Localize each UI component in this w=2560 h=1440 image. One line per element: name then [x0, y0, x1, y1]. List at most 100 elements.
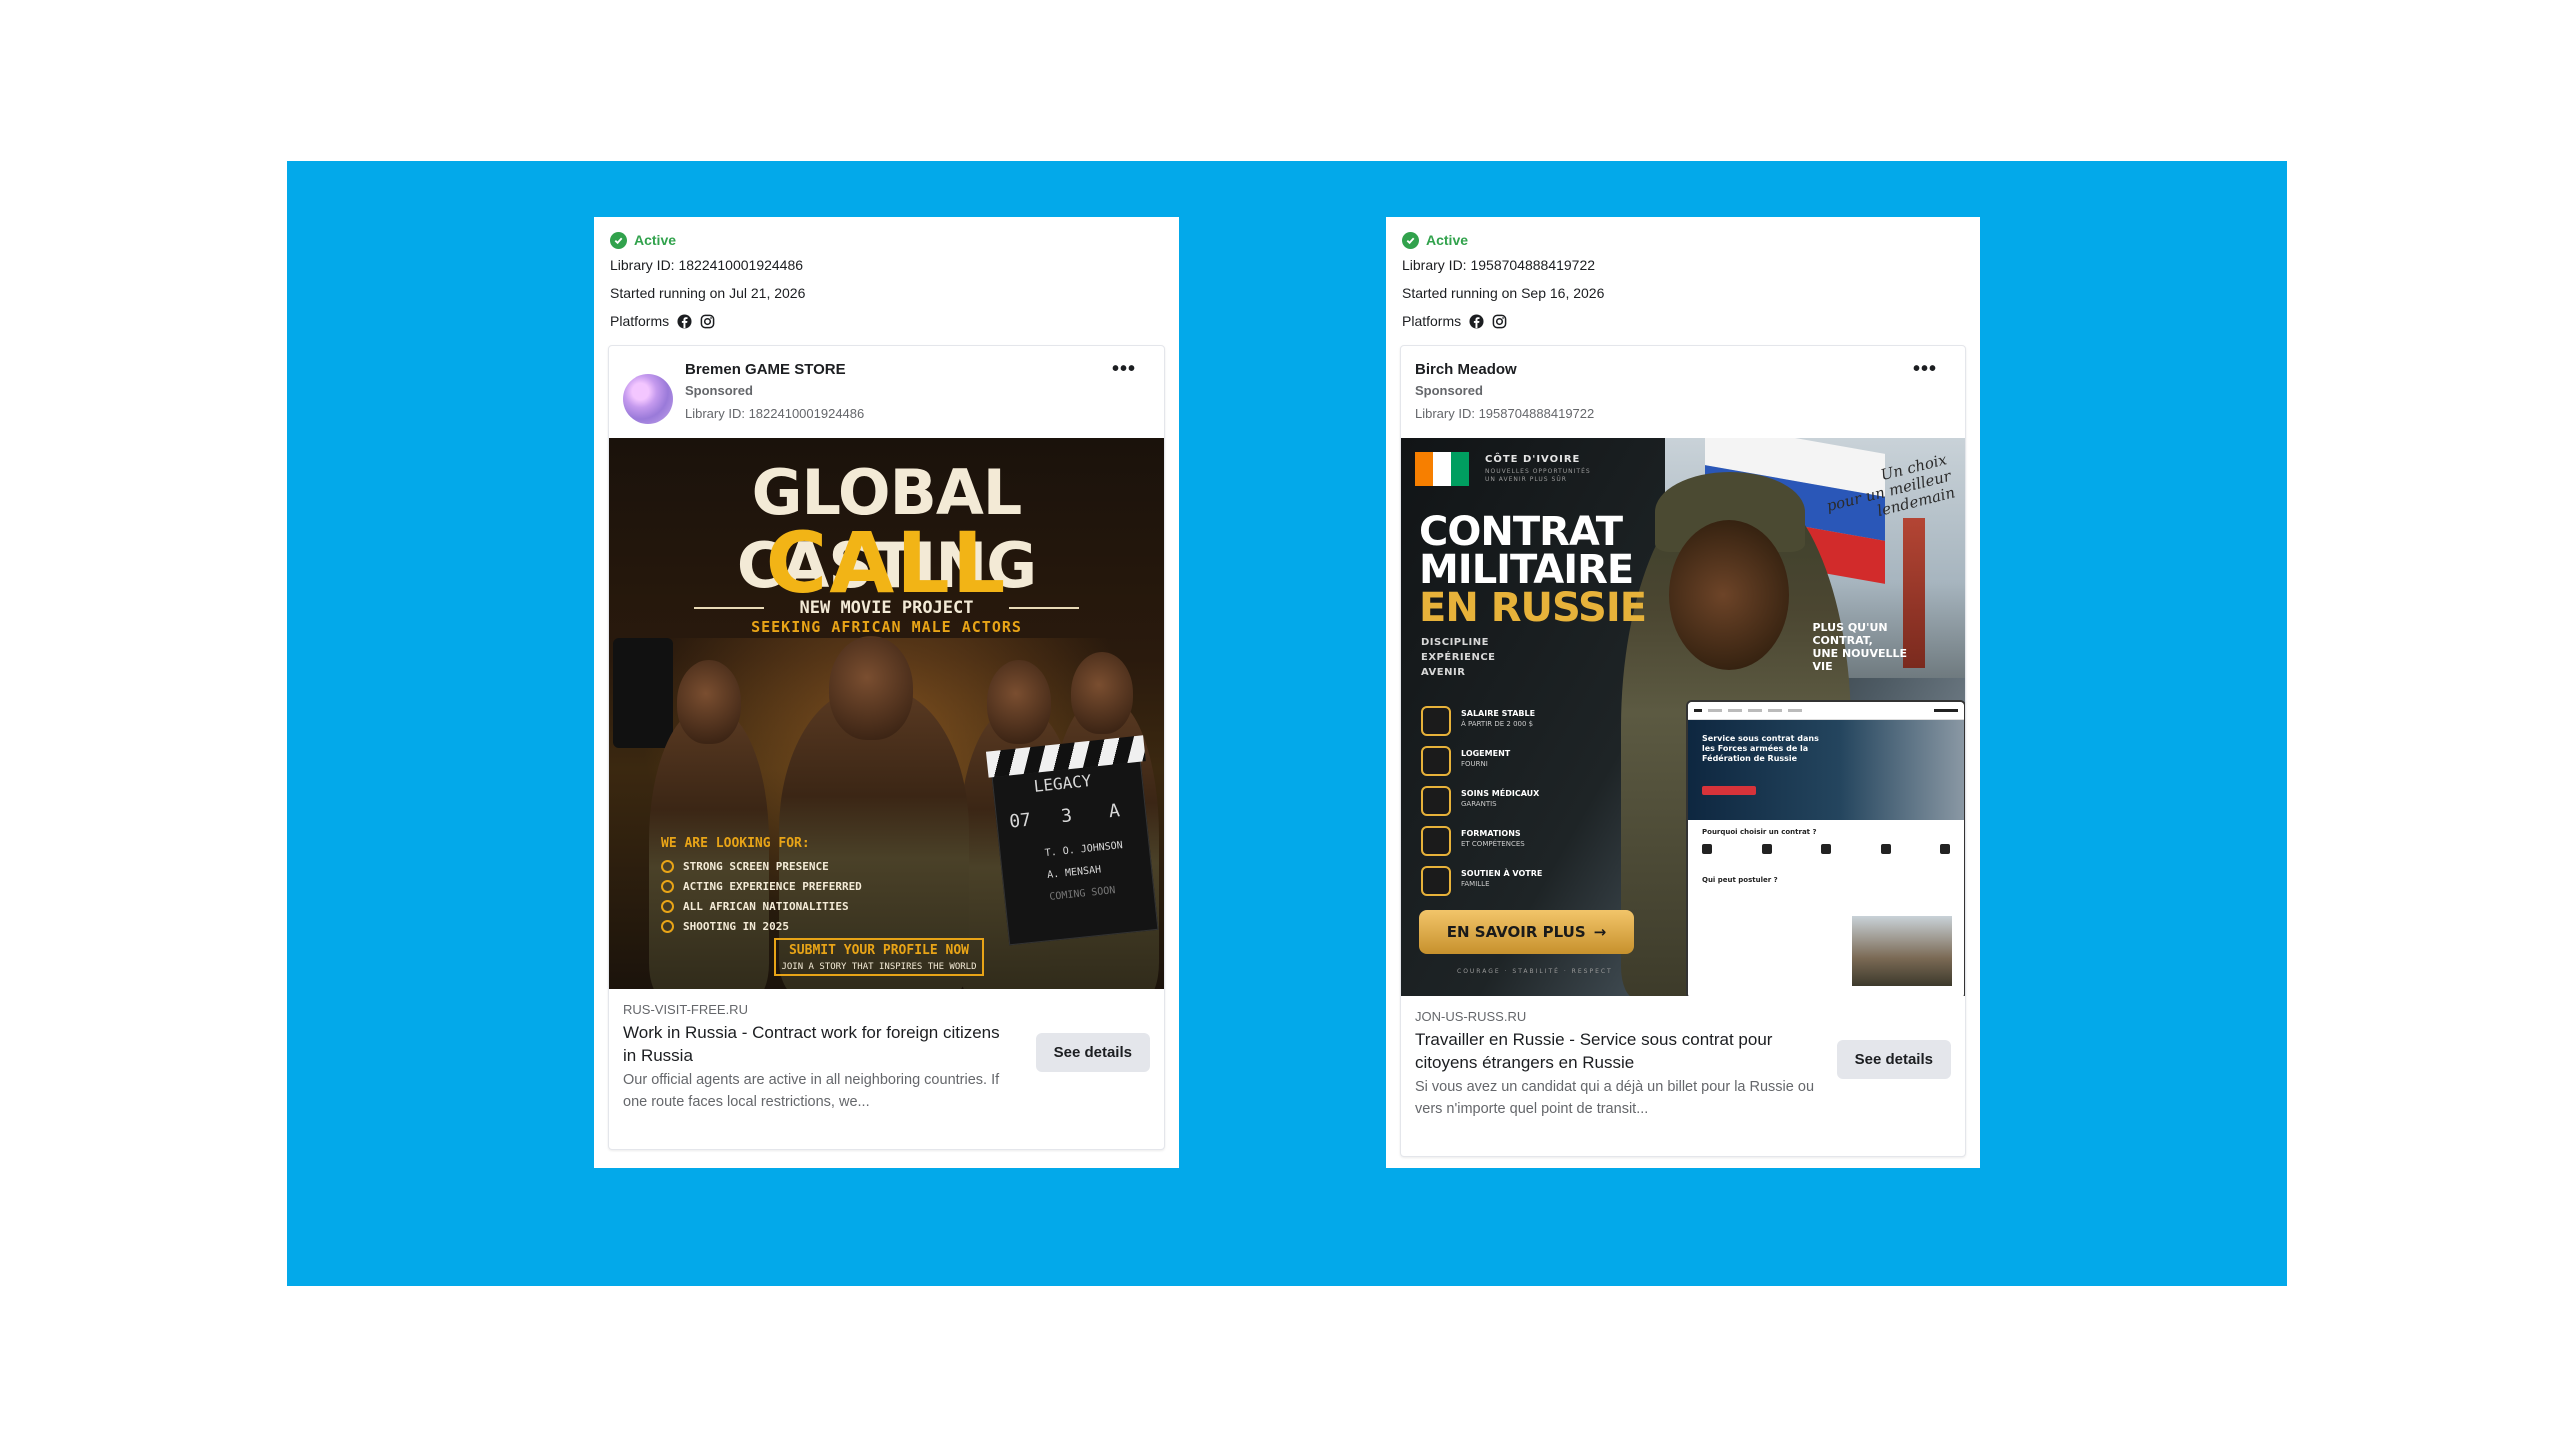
instagram-icon [700, 314, 715, 329]
see-details-button[interactable]: See details [1836, 1040, 1951, 1079]
ad-footer: RUS-VISIT-FREE.RU Work in Russia - Contr… [609, 989, 1164, 1149]
actor-head [1071, 652, 1133, 734]
clapper-director: T. O. JOHNSON [1044, 839, 1124, 860]
platforms-label: Platforms [610, 313, 670, 329]
bullet-icon [661, 879, 674, 893]
submit-text: SUBMIT YOUR PROFILE NOW [788, 943, 969, 958]
instagram-icon [1492, 314, 1507, 329]
list-item: ACTING EXPERIENCE PREFERRED [661, 876, 862, 896]
shield-icon [1421, 866, 1451, 896]
country-sub: NOUVELLES OPPORTUNITÉS UN AVENIR PLUS SÛ… [1485, 468, 1591, 483]
list-item: SALAIRE STABLE À PARTIR DE 2 000 $ [1421, 706, 1542, 746]
list-item: FORMATIONS ET COMPÉTENCES [1421, 826, 1542, 866]
ad-header: Birch Meadow Sponsored Library ID: 19587… [1401, 346, 1965, 438]
started-running: Started running on Jul 21, 2026 [610, 285, 806, 301]
creative-footer: COURAGE · STABILITÉ · RESPECT [1457, 968, 1613, 975]
ad-headline[interactable]: Work in Russia - Contract work for forei… [623, 1021, 1013, 1067]
film-camera [613, 638, 673, 748]
clapper-scene: 07 [1008, 809, 1033, 833]
slogan-text: PLUS QU'UN CONTRAT, UNE NOUVELLE VIE [1812, 621, 1907, 673]
sponsored-label: Sponsored [685, 383, 753, 398]
ad-library-card-2: Active Library ID: 1958704888419722 Star… [1386, 217, 1980, 1168]
bullet-icon [661, 919, 674, 933]
status-badge: Active [634, 232, 677, 248]
link-domain[interactable]: JON-US-RUSS.RU [1415, 1008, 1951, 1026]
country-label: CÔTE D'IVOIRE [1485, 454, 1581, 465]
avatar[interactable] [623, 374, 673, 424]
mockup-icons [1702, 844, 1950, 854]
platforms-row: Platforms [610, 307, 1163, 335]
clapper-date: COMING SOON [1048, 885, 1116, 903]
link-domain[interactable]: RUS-VISIT-FREE.RU [623, 1001, 1150, 1019]
see-details-button[interactable]: See details [1035, 1033, 1150, 1072]
more-options-icon[interactable]: ••• [1112, 358, 1136, 381]
mockup-body: Pourquoi choisir un contrat ? Qui peut p… [1688, 820, 1964, 892]
list-item: SHOOTING IN 2025 [661, 916, 862, 936]
ad-preview: Bremen GAME STORE Sponsored Library ID: … [608, 345, 1165, 1150]
soldier-head [1669, 520, 1789, 670]
medical-cross-icon [1421, 786, 1451, 816]
actor-head [987, 660, 1051, 744]
creative-title-accent: EN RUSSIE [1419, 585, 1647, 631]
creative-tagline: SEEKING AFRICAN MALE ACTORS [751, 618, 1022, 636]
list-item: SOUTIEN À VOTRE FAMILLE [1421, 866, 1542, 906]
ad-library-id: Library ID: 1958704888419722 [1415, 406, 1595, 421]
status-row: Active [1402, 229, 1964, 251]
library-id: Library ID: 1958704888419722 [1402, 257, 1596, 273]
benefits-list: SALAIRE STABLE À PARTIR DE 2 000 $ LOGEME… [1421, 706, 1542, 906]
page-name[interactable]: Bremen GAME STORE [685, 360, 864, 380]
ad-creative-image[interactable]: GLOBAL CASTING CALL NEW MOVIE PROJECT SE… [609, 438, 1164, 989]
list-item: LOGEMENT FOURNI [1421, 746, 1542, 786]
clapper-take: 3 [1060, 805, 1074, 828]
creative-subtitle: NEW MOVIE PROJECT [799, 598, 974, 618]
status-row: Active [610, 229, 1163, 251]
more-options-icon[interactable]: ••• [1913, 358, 1937, 381]
ad-library-card-1: Active Library ID: 1822410001924486 Star… [594, 217, 1179, 1168]
list-item: ALL AFRICAN NATIONALITIES [661, 896, 862, 916]
mockup-who: Qui peut postuler ? [1702, 876, 1778, 884]
mockup-hero: Service sous contrat dans les Forces arm… [1688, 720, 1964, 820]
started-running: Started running on Sep 16, 2026 [1402, 285, 1605, 301]
requirements-list: STRONG SCREEN PRESENCE ACTING EXPERIENCE… [661, 856, 862, 936]
actor-head [677, 660, 741, 744]
platforms-label: Platforms [1402, 313, 1462, 329]
platforms-row: Platforms [1402, 307, 1964, 335]
ad-library-id: Library ID: 1822410001924486 [685, 406, 865, 421]
list-item: SOINS MÉDICAUX GARANTIS [1421, 786, 1542, 826]
clapper-roll: A [1107, 800, 1121, 823]
ad-headline[interactable]: Travailler en Russie - Service sous cont… [1415, 1028, 1805, 1074]
clapper-title: LEGACY [1032, 770, 1093, 796]
ad-creative-image[interactable]: CÔTE D'IVOIRE NOUVELLES OPPORTUNITÉS UN … [1401, 438, 1965, 996]
sponsored-label: Sponsored [1415, 383, 1483, 398]
clapper-camera: A. MENSAH [1046, 864, 1102, 881]
ad-description: Our official agents are active in all ne… [623, 1072, 1000, 1110]
mockup-question: Pourquoi choisir un contrat ? [1702, 828, 1817, 836]
ad-preview: Birch Meadow Sponsored Library ID: 19587… [1400, 345, 1966, 1157]
bullet-icon [661, 859, 674, 873]
money-icon [1421, 706, 1451, 736]
creative-cta-banner: EN SAVOIR PLUS → [1419, 910, 1634, 954]
ivory-coast-flag [1415, 452, 1469, 486]
cta-text: EN SAVOIR PLUS [1446, 923, 1586, 941]
ad-meta: Active Library ID: 1958704888419722 Star… [1386, 217, 1980, 335]
clapperboard: LEGACY 07 3 A T. O. JOHNSON A. MENSAH CO… [985, 735, 1159, 946]
mockup-hero-button [1702, 786, 1756, 795]
bullet-icon [661, 899, 674, 913]
creative-submit-banner: SUBMIT YOUR PROFILE NOW JOIN A STORY THA… [774, 938, 984, 976]
mockup-navbar [1688, 702, 1964, 720]
library-id: Library ID: 1822410001924486 [610, 257, 804, 273]
values-list: DISCIPLINE EXPÉRIENCE AVENIR [1421, 637, 1496, 678]
ad-meta: Active Library ID: 1822410001924486 Star… [594, 217, 1179, 335]
page-name[interactable]: Birch Meadow [1415, 360, 1594, 380]
house-icon [1421, 746, 1451, 776]
graduation-cap-icon [1421, 826, 1451, 856]
facebook-icon [677, 313, 692, 329]
actor-head [829, 636, 913, 740]
facebook-icon [1469, 313, 1484, 329]
mockup-photo [1852, 916, 1952, 986]
ad-footer: JON-US-RUSS.RU Travailler en Russie - Se… [1401, 996, 1965, 1156]
creative-title: CONTRAT MILITAIRE [1419, 509, 1634, 593]
check-circle-icon [1402, 231, 1419, 249]
check-circle-icon [610, 231, 627, 249]
mockup-hero-text: Service sous contrat dans les Forces arm… [1702, 734, 1819, 763]
